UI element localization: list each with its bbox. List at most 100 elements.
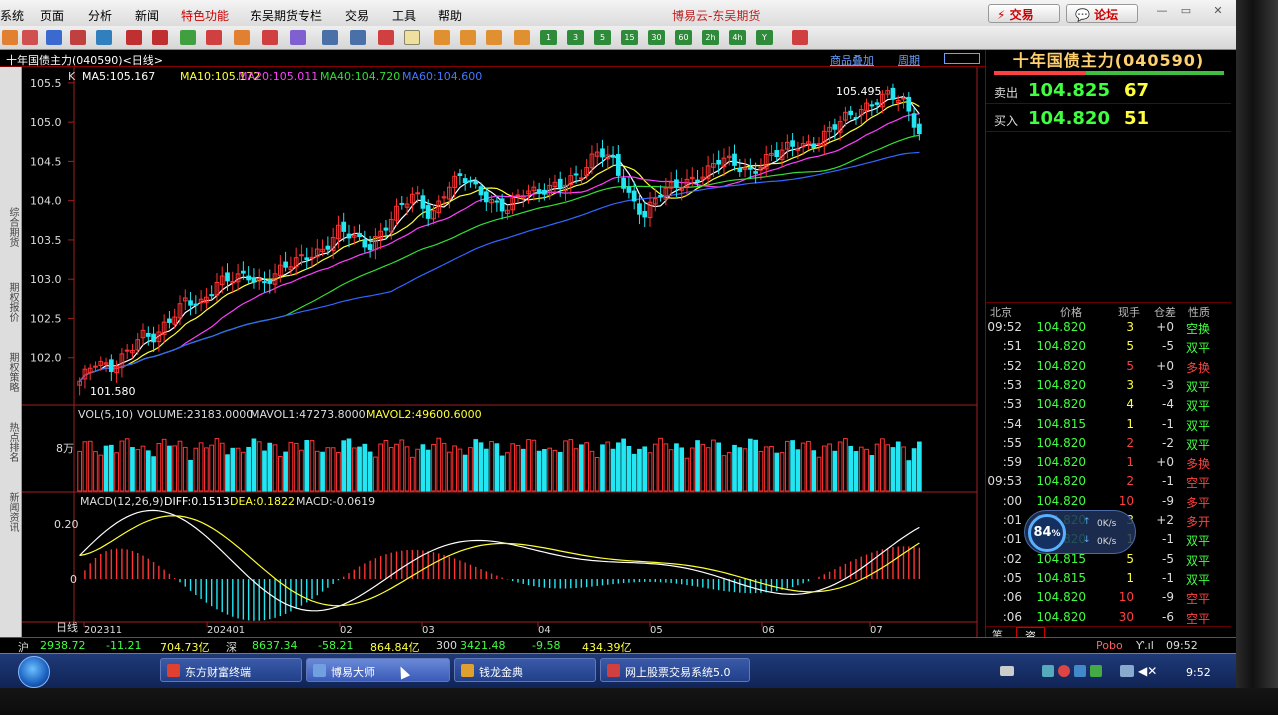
home-icon[interactable]: [22, 30, 38, 45]
volume-bar: [737, 447, 743, 492]
volume-bar: [483, 448, 489, 492]
chart-icon[interactable]: [378, 30, 394, 45]
candle-body: [890, 87, 896, 100]
kline-chart[interactable]: 102.0 102.5 103.0 103.5 104.0 104.5 105.0 105.5…: [22, 67, 985, 637]
volume-bar: [917, 441, 922, 492]
period-5-button[interactable]: 5: [594, 30, 611, 45]
shield-icon[interactable]: [1074, 665, 1086, 677]
volume-icon[interactable]: ◀✕: [1138, 664, 1157, 678]
period-link[interactable]: 周期: [898, 52, 920, 68]
trade-button-label: 交易: [1009, 8, 1034, 22]
start-button[interactable]: [18, 656, 50, 688]
period-3-button[interactable]: 3: [567, 30, 584, 45]
layout-icon[interactable]: [944, 53, 980, 64]
calendar-icon[interactable]: [792, 30, 808, 45]
clock[interactable]: 9:52: [1186, 666, 1211, 679]
candle-body: [674, 179, 679, 188]
menu-tools[interactable]: 工具: [392, 7, 416, 24]
menu-system[interactable]: 系统: [0, 7, 24, 24]
volume-bar: [357, 446, 362, 492]
period-30-button[interactable]: 30: [648, 30, 665, 45]
tick-n: 多开: [1186, 515, 1211, 529]
list-icon[interactable]: [350, 30, 366, 45]
menu-help[interactable]: 帮助: [438, 7, 462, 24]
week-icon[interactable]: [460, 30, 476, 45]
candle-body: [151, 333, 156, 343]
network-widget[interactable]: 84% 0K/s 0K/s ↑ ↓: [1024, 510, 1136, 554]
tick-n: 双平: [1186, 418, 1211, 433]
quote-title-bar: [994, 71, 1224, 75]
news-icon[interactable]: [70, 30, 86, 45]
task-boyi[interactable]: 博易大师: [306, 658, 450, 682]
tick-row: :52 104.820 5 +0 多换: [986, 357, 1231, 376]
candle-body: [494, 200, 500, 203]
menu-analysis[interactable]: 分析: [88, 7, 112, 24]
period-y-button[interactable]: Y: [756, 30, 773, 45]
menu-news[interactable]: 新闻: [135, 7, 159, 24]
vol-header: VOL(5,10): [78, 408, 133, 421]
month-icon[interactable]: [486, 30, 502, 45]
pen-icon[interactable]: [206, 30, 222, 45]
macd-dea: DEA:0.1822: [230, 495, 295, 508]
price-tick-label: 105.0: [30, 116, 62, 129]
period-2h-button[interactable]: 2h: [702, 30, 719, 45]
maximize-icon[interactable]: ▭: [1176, 4, 1196, 18]
day-icon[interactable]: [434, 30, 450, 45]
candle-body: [737, 168, 743, 173]
volume-bar: [473, 439, 479, 492]
table-icon[interactable]: [322, 30, 338, 45]
candle-body: [610, 155, 616, 158]
side-tab-news[interactable]: 新闻资讯: [4, 492, 18, 532]
keyboard-icon[interactable]: [1000, 666, 1014, 676]
candle-body: [732, 153, 737, 166]
app-tray-icon[interactable]: [1090, 665, 1102, 677]
quote-icon[interactable]: [46, 30, 62, 45]
menu-special[interactable]: 特色功能: [181, 7, 229, 24]
side-tab-futures[interactable]: 综合期货: [4, 207, 18, 247]
draw-icon[interactable]: [234, 30, 250, 45]
zoom-icon[interactable]: [152, 30, 168, 45]
volume-bar: [679, 447, 685, 492]
candle-icon[interactable]: [404, 30, 420, 45]
task-qianlong[interactable]: 钱龙金典: [454, 658, 596, 682]
tick-q: 2: [1126, 474, 1134, 489]
side-tab-hot[interactable]: 热点排名: [4, 422, 18, 462]
back-icon[interactable]: [2, 30, 18, 45]
x-tick-label: 02: [340, 625, 353, 636]
volume-bar: [542, 448, 547, 492]
monitor-icon[interactable]: [1042, 665, 1054, 677]
forum-button[interactable]: 💬 论坛: [1066, 4, 1138, 23]
tick-d: -1: [1162, 570, 1174, 585]
close-icon[interactable]: ✕: [1208, 4, 1228, 18]
filter-icon[interactable]: [262, 30, 278, 45]
network-icon[interactable]: [1120, 665, 1134, 677]
overlay-link[interactable]: 商品叠加: [830, 52, 874, 68]
tick-d: +0: [1156, 455, 1174, 470]
security-icon[interactable]: [1058, 665, 1070, 677]
volume-bar: [478, 442, 484, 492]
period-4h-button[interactable]: 4h: [729, 30, 746, 45]
task-eastmoney[interactable]: 东方财富终端: [160, 658, 302, 682]
tick-p: 104.820: [1036, 435, 1086, 450]
settings-icon[interactable]: [290, 30, 306, 45]
search-icon[interactable]: [126, 30, 142, 45]
period-60-button[interactable]: 60: [675, 30, 692, 45]
period-1-button[interactable]: 1: [540, 30, 557, 45]
buy-row[interactable]: 买入 104.820 51: [986, 106, 1231, 132]
menu-page[interactable]: 页面: [40, 7, 64, 24]
menu-trade[interactable]: 交易: [345, 7, 369, 24]
task-online-trading[interactable]: 网上股票交易系统5.0: [600, 658, 750, 682]
minimize-icon[interactable]: —: [1152, 4, 1172, 18]
sell-row[interactable]: 卖出 104.825 67: [986, 78, 1231, 104]
period-15-button[interactable]: 15: [621, 30, 638, 45]
trade-button[interactable]: ⚡ 交易: [988, 4, 1060, 23]
cross-icon[interactable]: [514, 30, 530, 45]
side-tab-options-quote[interactable]: 期权报价: [4, 282, 18, 322]
tick-n: 多平: [1186, 495, 1211, 510]
refresh-icon[interactable]: [96, 30, 112, 45]
window-icon[interactable]: [180, 30, 196, 45]
side-tab-options-strategy[interactable]: 期权策略: [4, 352, 18, 392]
sh-change: -11.21: [106, 639, 142, 652]
menu-dongwu-column[interactable]: 东吴期货专栏: [250, 7, 322, 24]
network-percent-value: 84: [1033, 525, 1052, 540]
